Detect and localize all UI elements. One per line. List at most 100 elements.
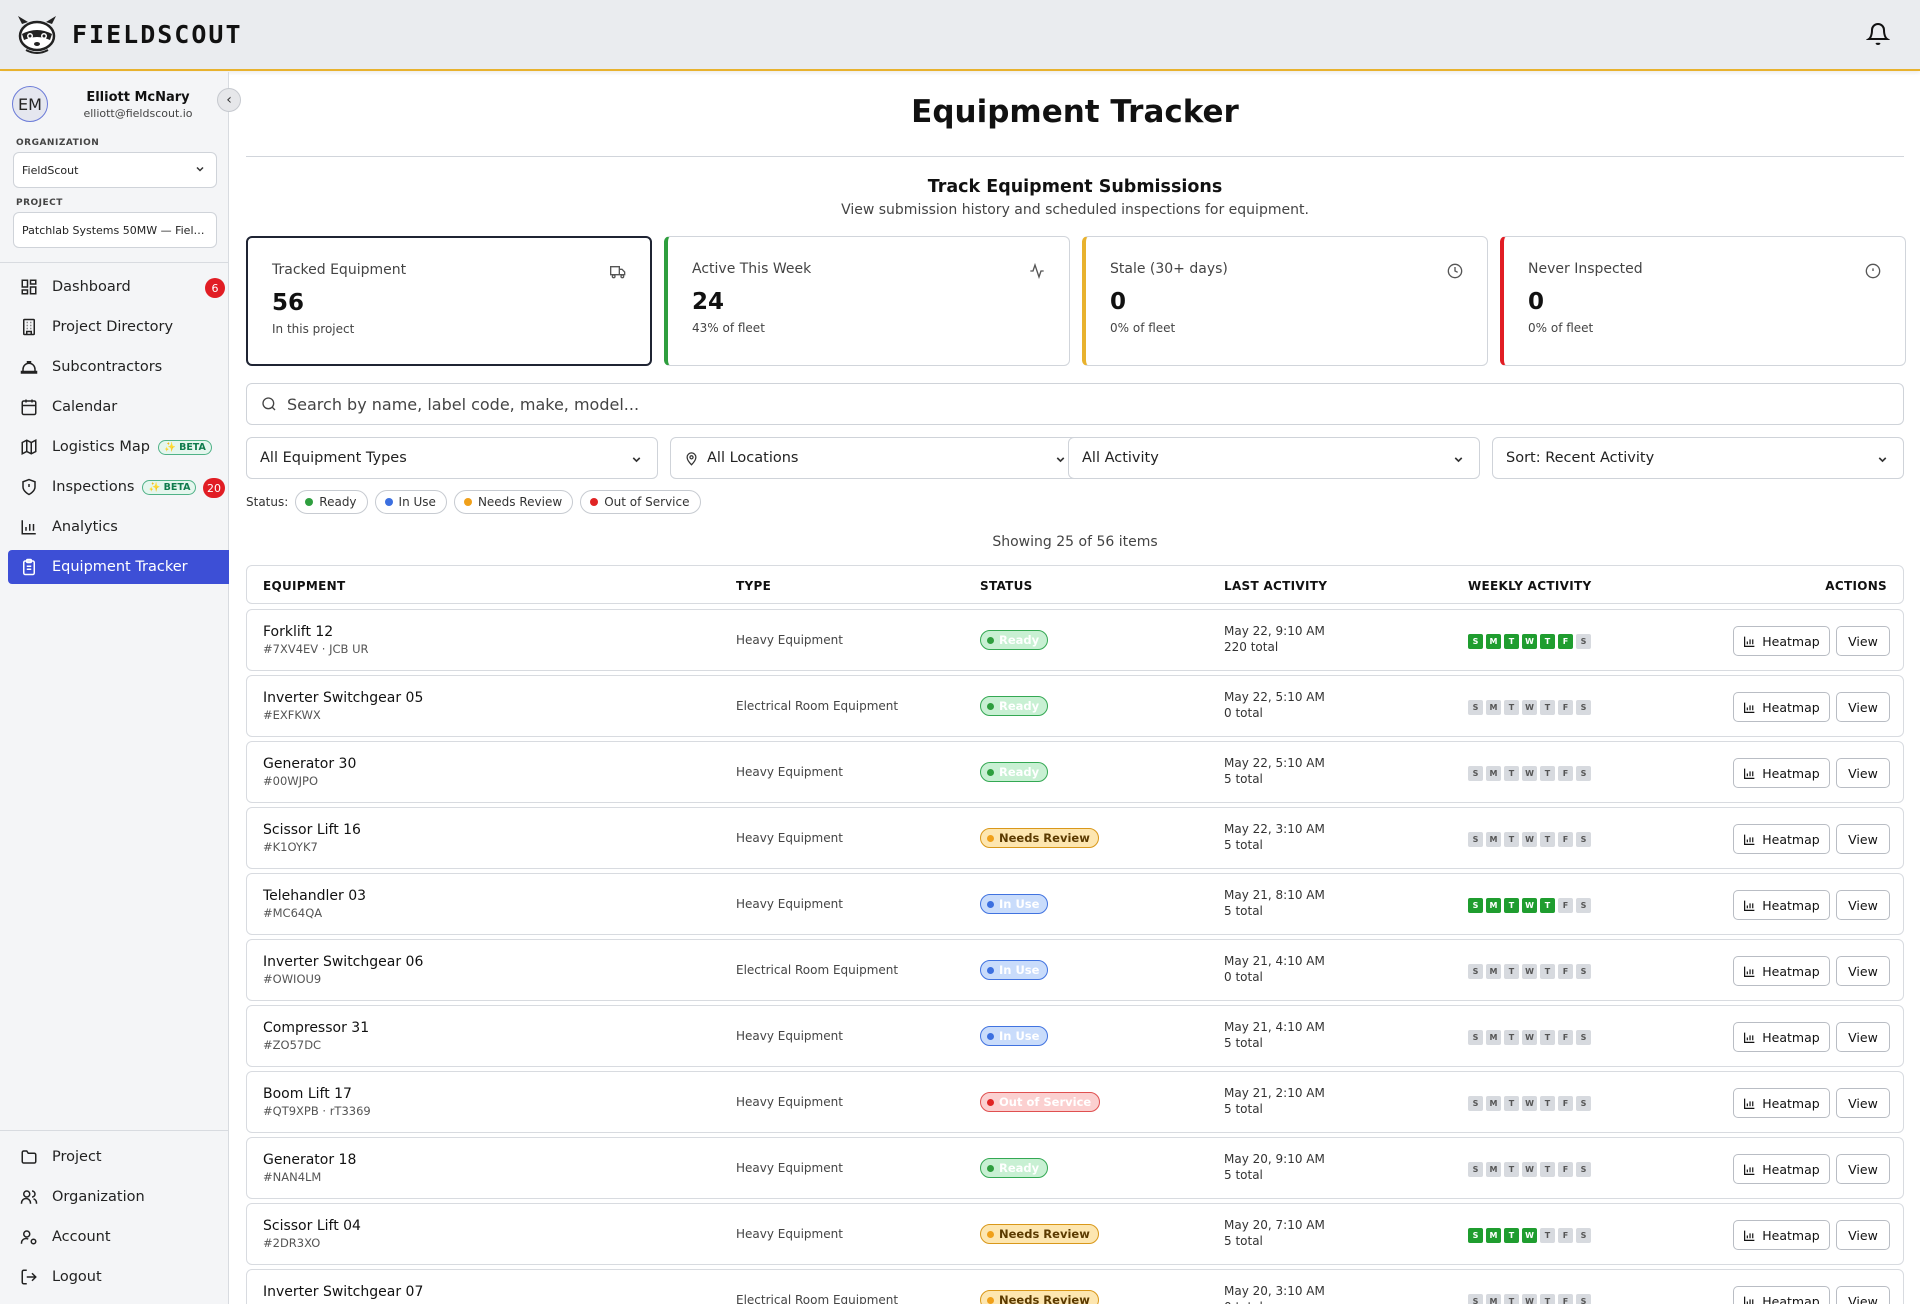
view-button[interactable]: View (1836, 692, 1890, 722)
equipment-name[interactable]: Inverter Switchgear 05 (263, 690, 423, 706)
status-filter-needs-review[interactable]: Needs Review (453, 490, 574, 514)
table-row[interactable]: Inverter Switchgear 06 #OWIOU9 Electrica… (246, 939, 1904, 1001)
status-badge: Needs Review (980, 828, 1099, 848)
weekly-activity-day: M (1486, 1294, 1501, 1304)
heatmap-button[interactable]: Heatmap (1733, 626, 1830, 656)
weekly-activity-day: F (1558, 1162, 1573, 1177)
equipment-name[interactable]: Scissor Lift 04 (263, 1218, 361, 1234)
sidebar-item-analytics[interactable]: Analytics (8, 510, 229, 544)
bell-icon[interactable] (1866, 22, 1890, 46)
heatmap-button[interactable]: Heatmap (1733, 1088, 1830, 1118)
weekly-activity-day: T (1540, 832, 1555, 847)
view-button[interactable]: View (1836, 758, 1890, 788)
stat-value: 24 (692, 289, 725, 315)
heatmap-button[interactable]: Heatmap (1733, 758, 1830, 788)
avatar[interactable]: EM (12, 86, 48, 122)
heatmap-button[interactable]: Heatmap (1733, 956, 1830, 986)
sidebar-item-logistics-map[interactable]: Logistics Map ✨ BETA (8, 430, 229, 464)
search-input[interactable] (287, 394, 1787, 414)
chart-icon (21, 520, 36, 535)
equipment-type: Heavy Equipment (736, 831, 843, 845)
stat-card-stale[interactable]: Stale (30+ days) 0 0% of fleet (1082, 236, 1488, 366)
sidebar-item-calendar[interactable]: Calendar (8, 390, 229, 424)
sidebar-item-project[interactable]: Project (8, 1140, 229, 1174)
stat-card-active[interactable]: Active This Week 24 43% of fleet (664, 236, 1070, 366)
table-header: EQUIPMENT TYPE STATUS LAST ACTIVITY WEEK… (246, 565, 1904, 604)
project-value: Patchlab Systems 50MW — FieldScout (22, 223, 208, 237)
equipment-name[interactable]: Boom Lift 17 (263, 1086, 352, 1102)
location-select[interactable]: All Locations (670, 437, 1082, 479)
activity-select[interactable]: All Activity (1068, 437, 1480, 479)
project-select[interactable]: Patchlab Systems 50MW — FieldScout (13, 212, 217, 248)
stat-card-never-inspected[interactable]: Never Inspected 0 0% of fleet (1500, 236, 1906, 366)
view-button[interactable]: View (1836, 824, 1890, 854)
table-row[interactable]: Generator 18 #NAN4LM Heavy Equipment Rea… (246, 1137, 1904, 1199)
equipment-name[interactable]: Telehandler 03 (263, 888, 366, 904)
weekly-activity: SMTWTFS (1468, 898, 1594, 913)
bar-chart-icon (1744, 768, 1755, 779)
status-badge: Needs Review (980, 1290, 1099, 1304)
heatmap-button[interactable]: Heatmap (1733, 692, 1830, 722)
status-label: In Use (999, 897, 1040, 911)
sidebar-item-inspections[interactable]: Inspections ✨ BETA 20 (8, 470, 229, 504)
heatmap-button[interactable]: Heatmap (1733, 824, 1830, 854)
heatmap-button[interactable]: Heatmap (1733, 1220, 1830, 1250)
heatmap-label: Heatmap (1762, 765, 1820, 781)
table-row[interactable]: Scissor Lift 04 #2DR3XO Heavy Equipment … (246, 1203, 1904, 1265)
collapse-sidebar-button[interactable]: ‹ (217, 88, 241, 112)
table-row[interactable]: Forklift 12 #7XV4EV · JCB UR Heavy Equip… (246, 609, 1904, 671)
heatmap-button[interactable]: Heatmap (1733, 1154, 1830, 1184)
equipment-type-select[interactable]: All Equipment Types (246, 437, 658, 479)
equipment-name[interactable]: Inverter Switchgear 06 (263, 954, 423, 970)
view-button[interactable]: View (1836, 890, 1890, 920)
sidebar-item-account[interactable]: Account (8, 1220, 229, 1254)
stat-card-tracked[interactable]: Tracked Equipment 56 In this project (246, 236, 652, 366)
status-filter-in-use[interactable]: In Use (374, 490, 447, 514)
top-bar: FIELDSCOUT (0, 0, 1920, 71)
status-legend-label: Status: (246, 495, 289, 509)
last-activity-date: May 20, 3:10 AM (1224, 1284, 1325, 1298)
sidebar-item-dashboard[interactable]: Dashboard 6 (8, 270, 229, 304)
weekly-activity-day: S (1468, 964, 1483, 979)
equipment-name[interactable]: Inverter Switchgear 07 (263, 1284, 423, 1300)
table-row[interactable]: Scissor Lift 16 #K1OYK7 Heavy Equipment … (246, 807, 1904, 869)
sidebar-item-equipment-tracker[interactable]: Equipment Tracker (8, 550, 229, 584)
bar-chart-icon (1744, 1164, 1755, 1175)
logout-icon (21, 1269, 37, 1285)
view-button[interactable]: View (1836, 1154, 1890, 1184)
sidebar-item-logout[interactable]: Logout (8, 1260, 229, 1294)
logo[interactable]: FIELDSCOUT (14, 14, 243, 56)
table-row[interactable]: Generator 30 #00WJPO Heavy Equipment Rea… (246, 741, 1904, 803)
weekly-activity-day: S (1576, 898, 1591, 913)
table-row[interactable]: Compressor 31 #ZO57DC Heavy Equipment In… (246, 1005, 1904, 1067)
sidebar-item-project-directory[interactable]: Project Directory (8, 310, 229, 344)
weekly-activity-day: S (1468, 832, 1483, 847)
heatmap-button[interactable]: Heatmap (1733, 1022, 1830, 1052)
table-row[interactable]: Boom Lift 17 #QT9XPB · rT3369 Heavy Equi… (246, 1071, 1904, 1133)
status-filter-ready[interactable]: Ready (295, 490, 368, 514)
equipment-name[interactable]: Compressor 31 (263, 1020, 369, 1036)
equipment-name[interactable]: Generator 30 (263, 756, 356, 772)
equipment-name[interactable]: Scissor Lift 16 (263, 822, 361, 838)
weekly-activity-day: F (1558, 1294, 1573, 1304)
table-row[interactable]: Inverter Switchgear 07 #L2G7T9 Electrica… (246, 1269, 1904, 1304)
view-button[interactable]: View (1836, 1088, 1890, 1118)
organization-select[interactable]: FieldScout (13, 152, 217, 188)
last-activity-date: May 20, 9:10 AM (1224, 1152, 1325, 1166)
view-button[interactable]: View (1836, 1022, 1890, 1052)
equipment-name[interactable]: Forklift 12 (263, 624, 333, 640)
sidebar-item-subcontractors[interactable]: Subcontractors (8, 350, 229, 384)
view-button[interactable]: View (1836, 1286, 1890, 1304)
bar-chart-icon (1744, 636, 1755, 647)
heatmap-button[interactable]: Heatmap (1733, 890, 1830, 920)
view-button[interactable]: View (1836, 1220, 1890, 1250)
view-button[interactable]: View (1836, 956, 1890, 986)
table-row[interactable]: Inverter Switchgear 05 #EXFKWX Electrica… (246, 675, 1904, 737)
heatmap-button[interactable]: Heatmap (1733, 1286, 1830, 1304)
sort-select[interactable]: Sort: Recent Activity (1492, 437, 1904, 479)
status-filter-out-of-service[interactable]: Out of Service (580, 490, 701, 514)
equipment-name[interactable]: Generator 18 (263, 1152, 356, 1168)
table-row[interactable]: Telehandler 03 #MC64QA Heavy Equipment I… (246, 873, 1904, 935)
view-button[interactable]: View (1836, 626, 1890, 656)
sidebar-item-organization[interactable]: Organization (8, 1180, 229, 1214)
